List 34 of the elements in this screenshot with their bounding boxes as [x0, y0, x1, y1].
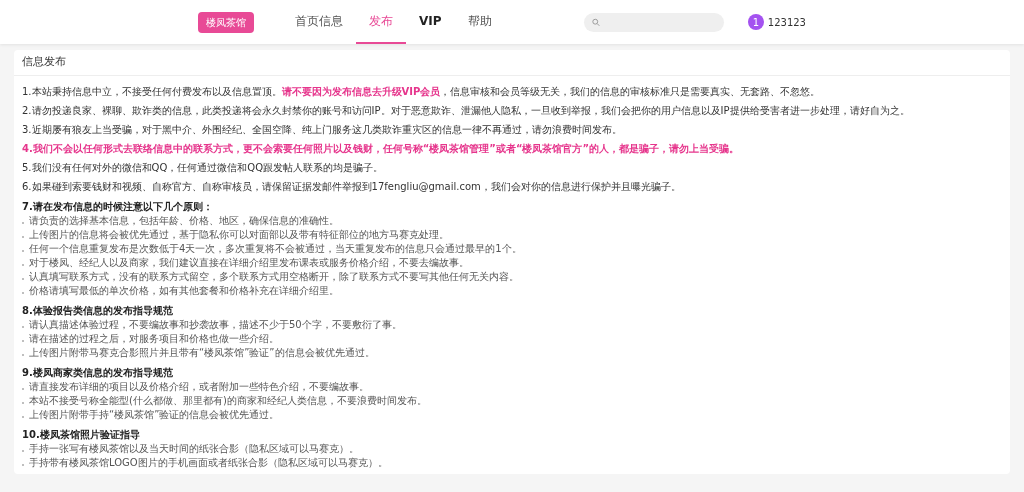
rule-item: 请在描述的过程之后，对服务项目和价格也做一些介绍。	[29, 332, 279, 346]
section-heading: 10.楼凤茶馆照片验证指导	[22, 428, 141, 442]
section-heading: 9.楼凤商家类信息的发布指导规范	[22, 366, 174, 380]
nav-tab[interactable]: 帮助	[454, 0, 505, 44]
rule-item: 任何一个信息重复发布是次数低于4天一次，多次重复将不会被通过，当天重复发布的信息只会通过最早的1个。	[29, 242, 522, 256]
notice-paragraph: 1.本站秉持信息中立，不接受任何付费发布以及信息置顶。请不要因为发布信息去升级VIP会员，信息审核和会员等级无关，我们的信息的审核标准只是需要真实、无套路、不忽悠。	[22, 85, 822, 99]
notice-paragraph: 3.近期屡有狼友上当受骗，对于黑中介、外围经纪、全国空降、纯上门服务这几类欺诈重灾区的信息一律不再通过，请勿浪费时间发布。	[22, 123, 623, 137]
search-field[interactable]	[583, 12, 724, 32]
search-icon	[591, 17, 600, 27]
notice-paragraph: 5.我们没有任何对外的微信和QQ，任何通过微信和QQ跟发帖人联系的均是骗子。	[22, 161, 385, 175]
username[interactable]: 123123	[767, 14, 806, 30]
notice-paragraph: 6.如果碰到索要钱财和视频、自称官方、自称审核员，请保留证据发邮件举报到17fengliu@gmail.com，我们会对你的信息进行保护并且曝光骗子。	[22, 180, 682, 194]
avatar[interactable]: 1	[747, 14, 764, 30]
rule-item: 价格请填写最低的单次价格，如有其他套餐和价格补充在详细介绍里。	[29, 284, 339, 298]
notice-paragraph: 2.请勿投递良家、裸聊、欺诈类的信息，此类投递将会永久封禁你的账号和访问IP。对于恶意欺诈、泄漏他人隐私，一旦收到举报，我们会把你的用户信息以及IP提供给受害者进一步处理，请好自为之。	[22, 104, 911, 118]
nav-tab[interactable]: 发布	[356, 0, 406, 44]
nav-tab[interactable]: 首页信息	[282, 0, 356, 44]
rule-item: 手持一张写有楼凤茶馆以及当天时间的纸张合影（隐私区域可以马赛克）。	[29, 442, 359, 456]
rule-item: 对于楼凤、经纪人以及商家，我们建议直接在详细介绍里发布课表或服务价格介绍，不要去编故事。	[29, 256, 469, 270]
rule-item: 本站不接受号称全能型(什么都做、那里都有)的商家和经纪人类信息，不要浪费时间发布。	[29, 394, 427, 408]
rule-item: 认真填写联系方式，没有的联系方式留空，多个联系方式用空格断开，除了联系方式不要写其他任何无关内容。	[29, 270, 519, 284]
section-heading: 7.请在发布信息的时候注意以下几个原则：	[22, 200, 214, 214]
rule-item: 上传图片的信息将会被优先通过，基于隐私你可以对面部以及带有特征部位的地方马赛克处理。	[29, 228, 449, 242]
rule-item: 上传图片附带手持“楼凤茶馆”验证的信息会被优先通过。	[29, 408, 280, 422]
notice-paragraph: 4.我们不会以任何形式去联络信息中的联系方式，更不会索要任何照片以及钱财，任何号称“楼凤茶馆管理”或者“楼凤茶馆官方”的人，都是骗子，请勿上当受骗。	[22, 142, 741, 156]
nav-tab[interactable]: VIP	[406, 0, 455, 44]
rule-item: 请负责的选择基本信息，包括年龄、价格、地区，确保信息的准确性。	[29, 214, 339, 228]
card-title: 信息发布	[22, 54, 66, 71]
rule-item: 请直接发布详细的项目以及价格介绍，或者附加一些特色介绍，不要编故事。	[29, 380, 369, 394]
brand-logo[interactable]: 楼凤茶馆	[198, 11, 254, 33]
section-heading: 8.体验报告类信息的发布指导规范	[22, 304, 174, 318]
rule-item: 手持带有楼凤茶馆LOGO图片的手机画面或者纸张合影（隐私区域可以马赛克）。	[29, 456, 388, 470]
rule-item: 上传图片附带马赛克合影照片并且带有“楼凤茶馆”验证”的信息会被优先通过。	[29, 346, 375, 360]
rule-item: 请认真描述体验过程，不要编故事和抄袭故事，描述不少于50个字，不要敷衍了事。	[29, 318, 402, 332]
